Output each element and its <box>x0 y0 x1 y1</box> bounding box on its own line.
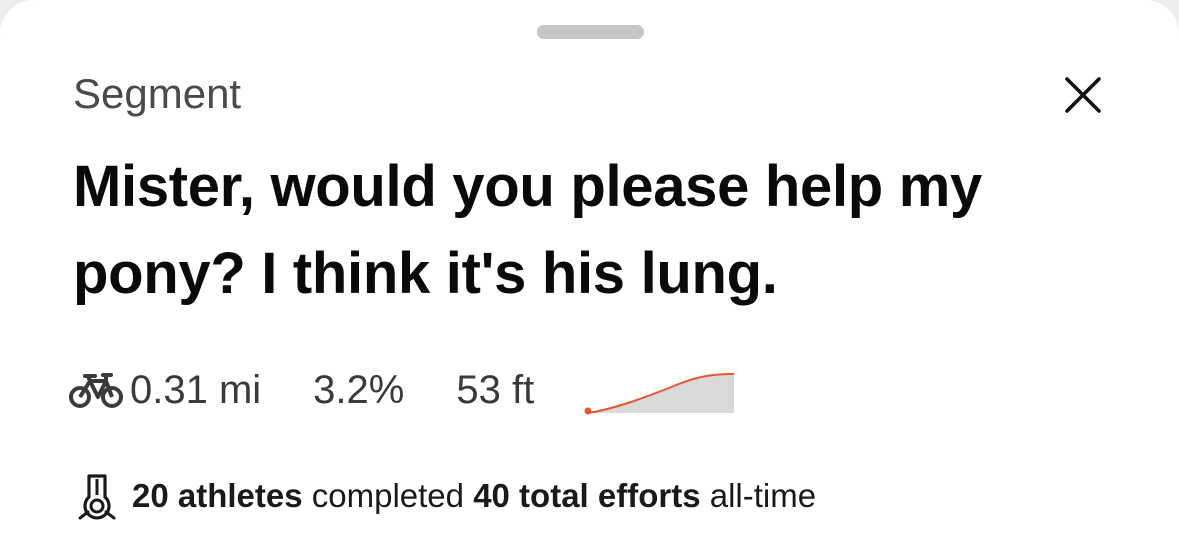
close-button[interactable] <box>1058 70 1108 120</box>
segment-stats-row: 0.31 mi 3.2% 53 ft <box>68 362 736 418</box>
completion-summary: 20 athletes completed 40 total efforts a… <box>72 470 816 522</box>
efforts-count: 40 total efforts <box>473 477 701 514</box>
grade-stat: 3.2% <box>313 368 405 412</box>
elevation-profile-start-dot <box>584 407 592 415</box>
distance-stat: 0.31 mi <box>130 368 262 412</box>
segment-eyebrow-label: Segment <box>73 70 242 117</box>
sheet-grabber[interactable] <box>537 25 644 39</box>
medal-icon <box>78 474 116 520</box>
completion-suffix-text: all-time <box>700 477 817 514</box>
bike-icon <box>69 373 123 408</box>
completion-connector-text: completed <box>302 477 474 514</box>
athletes-count: 20 athletes <box>132 477 303 514</box>
close-icon <box>1065 77 1101 113</box>
segment-bottom-sheet: Segment Mister, would you please help my… <box>0 0 1179 560</box>
segment-title: Mister, would you please help my pony? I… <box>73 154 982 306</box>
elevation-profile-sparkline <box>584 373 735 415</box>
elevation-stat: 53 ft <box>456 368 535 412</box>
